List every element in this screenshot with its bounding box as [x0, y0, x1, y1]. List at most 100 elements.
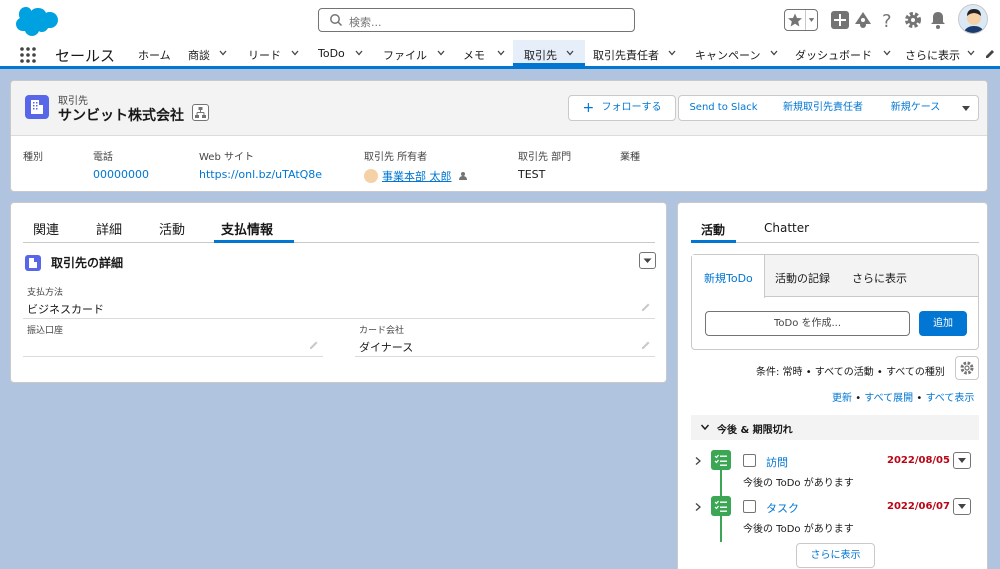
task-menu-button[interactable]	[953, 452, 971, 469]
highlight-label: 種別	[23, 152, 43, 163]
tab-payment-info[interactable]: 支払情報	[221, 219, 273, 238]
highlight-owner: 取引先 所有者 事業本部 太郎	[364, 148, 468, 184]
owner-link[interactable]: 事業本部 太郎	[382, 170, 452, 183]
app-nav-bar: セールス ホーム 商談 リード ToDo ファイル メモ 取引先 取引先責任者 …	[0, 40, 1000, 69]
show-all-link[interactable]: すべて表示	[925, 393, 974, 404]
help-icon[interactable]: ?	[877, 10, 897, 30]
chevron-down-icon[interactable]	[667, 48, 677, 58]
complete-checkbox[interactable]	[743, 500, 756, 513]
filter-settings-button[interactable]	[955, 356, 979, 380]
chevron-down-icon[interactable]	[290, 48, 300, 58]
create-todo-input[interactable]: ToDo を作成...	[705, 311, 910, 336]
task-menu-button[interactable]	[953, 498, 971, 515]
task-title-link[interactable]: 訪問	[766, 454, 788, 470]
global-search[interactable]: 検索...	[318, 8, 635, 32]
follow-button[interactable]: + フォローする	[568, 95, 676, 121]
bell-icon[interactable]	[928, 10, 948, 30]
chevron-right-icon[interactable]	[693, 456, 703, 466]
activity-composer: 新規ToDo 活動の記録 さらに表示 ToDo を作成... 追加	[691, 254, 979, 350]
nav-item-contacts[interactable]: 取引先責任者	[587, 40, 687, 66]
nav-item-label: 取引先責任者	[593, 49, 659, 62]
trailhead-icon[interactable]	[853, 10, 873, 30]
field-payment-method[interactable]: 支払方法 ビジネスカード	[23, 285, 655, 319]
new-case-label: 新規ケース	[890, 102, 941, 113]
show-more-button[interactable]: さらに表示	[796, 543, 875, 568]
nav-item-accounts[interactable]: 取引先	[513, 40, 585, 66]
nav-item-leads[interactable]: リード	[240, 40, 306, 66]
timeline-connector	[720, 470, 722, 496]
chevron-down-icon	[643, 258, 652, 263]
phone-link[interactable]: 00000000	[93, 168, 149, 181]
nav-item-more[interactable]: さらに表示	[900, 40, 980, 66]
app-launcher-icon[interactable]	[19, 46, 37, 64]
chevron-down-icon[interactable]	[565, 48, 575, 58]
complete-checkbox[interactable]	[743, 454, 756, 467]
expand-all-link[interactable]: すべて展開	[864, 393, 913, 404]
edit-nav-icon[interactable]	[984, 48, 996, 60]
user-avatar[interactable]	[958, 4, 988, 34]
tab-new-todo[interactable]: 新規ToDo	[692, 255, 765, 298]
tab-composer-more[interactable]: さらに表示	[845, 255, 925, 297]
field-value: ビジネスカード	[27, 303, 104, 316]
activity-card: 活動 Chatter 新規ToDo 活動の記録 さらに表示 ToDo を作成..…	[677, 202, 988, 569]
tab-activity[interactable]: 活動	[159, 219, 185, 238]
pencil-icon[interactable]	[641, 302, 651, 312]
tab-details[interactable]: 詳細	[96, 219, 122, 238]
owner-avatar	[364, 169, 378, 183]
field-bank-account[interactable]: 振込口座	[23, 323, 323, 357]
section-menu-button[interactable]	[639, 252, 656, 269]
add-button[interactable]: 追加	[919, 311, 967, 336]
chevron-down-icon[interactable]	[354, 48, 364, 58]
nav-item-files[interactable]: ファイル	[374, 40, 454, 66]
tab-log-activity[interactable]: 活動の記録	[765, 255, 845, 297]
chevron-right-icon[interactable]	[693, 502, 703, 512]
refresh-link[interactable]: 更新	[832, 393, 852, 404]
task-title-link[interactable]: タスク	[766, 500, 799, 516]
hierarchy-button[interactable]	[192, 104, 209, 121]
website-link[interactable]: https://onl.bz/uTAtQ8e	[199, 168, 322, 181]
pencil-icon[interactable]	[641, 340, 651, 350]
change-owner-icon[interactable]	[458, 171, 468, 181]
chevron-down-icon[interactable]	[805, 10, 817, 30]
nav-item-todo[interactable]: ToDo	[310, 40, 370, 66]
nav-item-label: ファイル	[383, 49, 427, 62]
task-icon	[711, 450, 731, 470]
nav-item-notes[interactable]: メモ	[456, 40, 512, 66]
chevron-down-icon	[961, 106, 970, 111]
chevron-down-icon[interactable]	[436, 48, 446, 58]
nav-item-campaigns[interactable]: キャンペーン	[689, 40, 789, 66]
send-to-slack-button[interactable]: Send to Slack	[678, 95, 769, 121]
tab-label: 新規ToDo	[704, 272, 753, 285]
chevron-down-icon[interactable]	[496, 48, 506, 58]
tab-activity-timeline[interactable]: 活動	[701, 221, 725, 238]
activity-tabs: 活動 Chatter	[691, 203, 979, 243]
favorites-button[interactable]	[784, 9, 818, 31]
chevron-down-icon[interactable]	[882, 48, 892, 58]
nav-item-dashboards[interactable]: ダッシュボード	[790, 40, 898, 66]
field-label: 振込口座	[27, 326, 64, 336]
upcoming-section-header[interactable]: 今後 & 期限切れ	[691, 415, 979, 440]
gear-icon[interactable]	[903, 10, 923, 30]
chevron-down-icon[interactable]	[769, 48, 779, 58]
nav-item-home[interactable]: ホーム	[128, 40, 178, 66]
salesforce-logo[interactable]	[12, 6, 58, 36]
chevron-down-icon[interactable]	[218, 48, 228, 58]
chevron-down-icon	[700, 424, 710, 431]
chevron-down-icon[interactable]	[966, 48, 976, 58]
tab-chatter[interactable]: Chatter	[764, 221, 809, 235]
more-actions-button[interactable]	[953, 95, 979, 121]
follow-button-label: フォローする	[601, 102, 662, 113]
new-case-button[interactable]: 新規ケース	[878, 95, 954, 121]
add-icon[interactable]	[830, 10, 850, 30]
account-icon	[25, 255, 41, 271]
timeline-connector	[720, 516, 722, 542]
highlight-label: 電話	[93, 152, 113, 163]
highlight-label: 業種	[620, 152, 640, 163]
nav-item-opportunities[interactable]: 商談	[180, 40, 238, 66]
new-contact-button[interactable]: 新規取引先責任者	[768, 95, 879, 121]
tab-related[interactable]: 関連	[33, 219, 59, 238]
nav-item-label: キャンペーン	[695, 49, 761, 62]
pencil-icon[interactable]	[309, 340, 319, 350]
highlight-division: 取引先 部門 TEST	[518, 148, 571, 181]
field-card-company[interactable]: カード会社 ダイナース	[355, 323, 655, 357]
